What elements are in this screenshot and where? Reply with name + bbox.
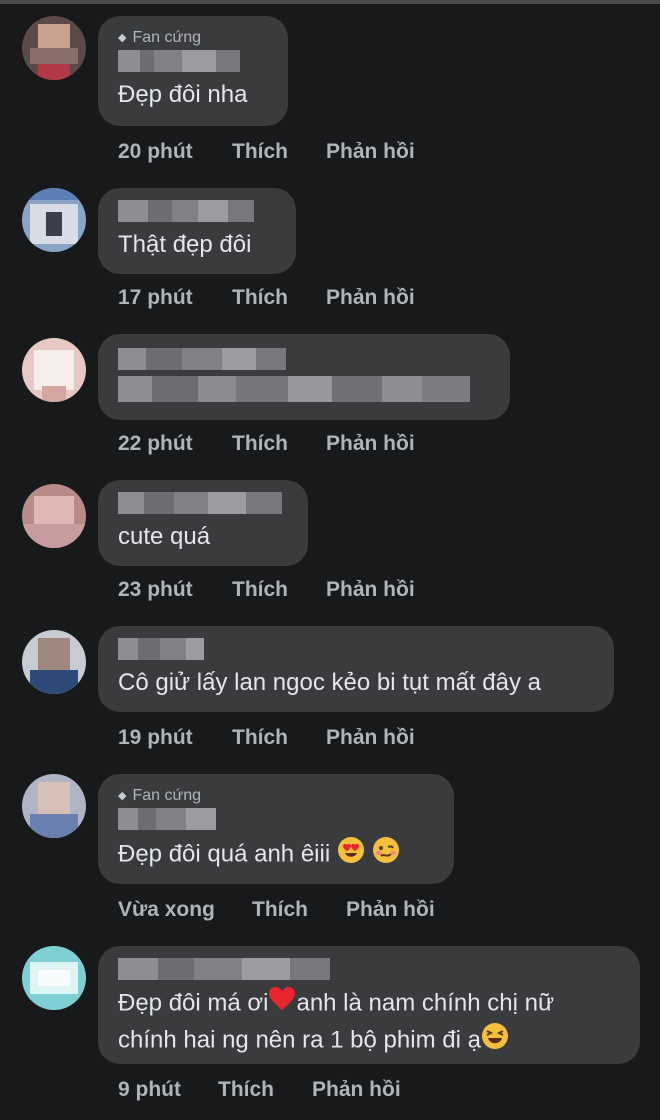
reply-button[interactable]: Phản hồi bbox=[326, 286, 415, 310]
author-name-blurred[interactable] bbox=[118, 638, 594, 660]
comment-bubble[interactable]: Đẹp đôi má ơi anh là nam chính chị nữ chí… bbox=[98, 946, 640, 1064]
comment-actions: Vừa xong Thích Phản hồi bbox=[118, 898, 435, 922]
comment-time[interactable]: 23 phút bbox=[118, 578, 232, 602]
comment-time[interactable]: 17 phút bbox=[118, 286, 232, 310]
top-divider bbox=[0, 0, 660, 4]
author-name-blurred[interactable] bbox=[118, 492, 288, 514]
comment-text: Cô giử lấy lan ngoc kẻo bi tụt mất đây a bbox=[118, 669, 541, 696]
comment-bubble[interactable]: cute quá bbox=[98, 480, 308, 566]
comment-time[interactable]: Vừa xong bbox=[118, 898, 252, 922]
like-button[interactable]: Thích bbox=[232, 578, 326, 602]
author-name-blurred[interactable] bbox=[118, 200, 276, 222]
reply-button[interactable]: Phản hồi bbox=[326, 726, 415, 750]
avatar[interactable] bbox=[22, 338, 86, 402]
comment-text: Thật đẹp đôi bbox=[118, 231, 252, 258]
like-button[interactable]: Thích bbox=[252, 898, 346, 922]
reply-button[interactable]: Phản hồi bbox=[346, 898, 435, 922]
comment-text: Đẹp đôi quá anh êiii bbox=[118, 836, 434, 874]
comment-text-line-1: Đẹp đôi má ơi anh là nam chính chị nữ bbox=[118, 986, 620, 1022]
laughing-face-emoji bbox=[481, 1022, 509, 1060]
fan-badge: ◆ Fan cứng bbox=[118, 29, 201, 46]
red-heart-emoji bbox=[268, 986, 296, 1022]
avatar[interactable] bbox=[22, 484, 86, 548]
woozy-face-emoji bbox=[372, 836, 400, 874]
reply-button[interactable]: Phản hồi bbox=[326, 140, 415, 164]
comment-actions: 17 phút Thích Phản hồi bbox=[118, 286, 415, 310]
avatar[interactable] bbox=[22, 630, 86, 694]
comment-time[interactable]: 19 phút bbox=[118, 726, 232, 750]
comment-actions: 23 phút Thích Phản hồi bbox=[118, 578, 415, 602]
like-button[interactable]: Thích bbox=[232, 286, 326, 310]
author-name-blurred[interactable] bbox=[118, 808, 434, 830]
diamond-icon: ◆ bbox=[118, 790, 127, 802]
comment-actions: 9 phút Thích Phản hồi bbox=[118, 1078, 401, 1102]
author-name-blurred[interactable] bbox=[118, 958, 620, 980]
avatar[interactable] bbox=[22, 774, 86, 838]
comment-bubble[interactable]: Thật đẹp đôi bbox=[98, 188, 296, 274]
comment-text-blurred bbox=[118, 376, 490, 402]
comment-text: cute quá bbox=[118, 523, 211, 550]
comment-actions: 20 phút Thích Phản hồi bbox=[118, 140, 415, 164]
like-button[interactable]: Thích bbox=[232, 140, 326, 164]
author-name-blurred[interactable] bbox=[118, 50, 268, 72]
reply-button[interactable]: Phản hồi bbox=[326, 578, 415, 602]
author-name-blurred[interactable] bbox=[118, 348, 490, 370]
comment-actions: 19 phút Thích Phản hồi bbox=[118, 726, 415, 750]
comment-text: Đẹp đôi nha bbox=[118, 81, 248, 108]
reply-button[interactable]: Phản hồi bbox=[326, 432, 415, 456]
heart-eyes-emoji bbox=[337, 836, 365, 874]
comment-bubble[interactable] bbox=[98, 334, 510, 420]
comment-time[interactable]: 20 phút bbox=[118, 140, 232, 164]
avatar[interactable] bbox=[22, 188, 86, 252]
like-button[interactable]: Thích bbox=[218, 1078, 312, 1102]
comment-bubble[interactable]: ◆ Fan cứng Đẹp đôi nha bbox=[98, 16, 288, 126]
comment-time[interactable]: 22 phút bbox=[118, 432, 232, 456]
reply-button[interactable]: Phản hồi bbox=[312, 1078, 401, 1102]
fan-badge: ◆ Fan cứng bbox=[118, 787, 201, 804]
avatar[interactable] bbox=[22, 16, 86, 80]
avatar[interactable] bbox=[22, 946, 86, 1010]
comment-actions: 22 phút Thích Phản hồi bbox=[118, 432, 415, 456]
comment-text-line-2: chính hai ng nên ra 1 bộ phim đi ạ bbox=[118, 1022, 620, 1060]
like-button[interactable]: Thích bbox=[232, 432, 326, 456]
like-button[interactable]: Thích bbox=[232, 726, 326, 750]
comment-bubble[interactable]: ◆ Fan cứng Đẹp đôi quá anh êiii bbox=[98, 774, 454, 884]
diamond-icon: ◆ bbox=[118, 32, 127, 44]
comment-time[interactable]: 9 phút bbox=[118, 1078, 218, 1102]
comment-bubble[interactable]: Cô giử lấy lan ngoc kẻo bi tụt mất đây a bbox=[98, 626, 614, 712]
